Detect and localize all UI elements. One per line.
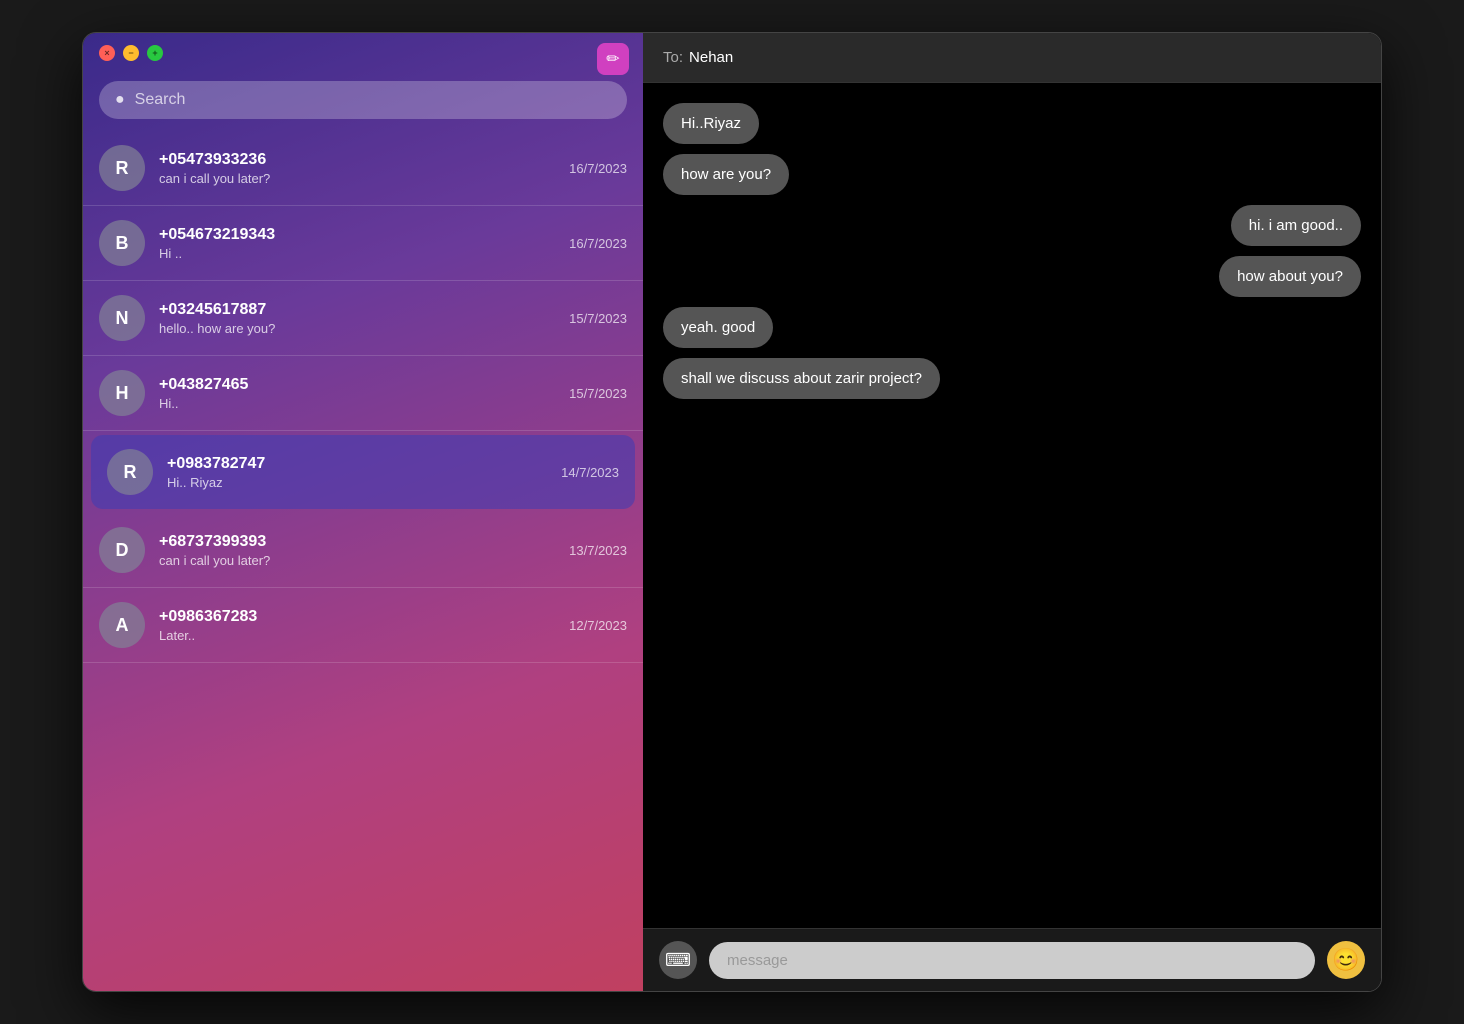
messages-area: Hi..Riyaz how are you? hi. i am good.. how … (643, 83, 1381, 928)
contact-date: 12/7/2023 (569, 618, 627, 633)
avatar: H (99, 370, 145, 416)
contact-info: +043827465 Hi.. (159, 376, 555, 411)
chat-header: To: Nehan (643, 33, 1381, 83)
contact-info: +03245617887 hello.. how are you? (159, 301, 555, 336)
contact-item[interactable]: D +68737399393 can i call you later? 13/… (83, 513, 643, 588)
emoji-icon: 😊 (1332, 947, 1359, 973)
contact-phone: +054673219343 (159, 226, 555, 244)
contact-item[interactable]: B +054673219343 Hi .. 16/7/2023 (83, 206, 643, 281)
to-label: To: (663, 49, 683, 66)
contact-preview: Hi .. (159, 246, 555, 261)
keyboard-icon: ⌨ (665, 950, 691, 971)
message-bubble-sent: hi. i am good.. (1231, 205, 1361, 246)
contact-phone: +0983782747 (167, 455, 547, 473)
contact-preview: Hi.. (159, 396, 555, 411)
contact-preview: Hi.. Riyaz (167, 475, 547, 490)
search-bar: ● (99, 81, 627, 119)
maximize-button[interactable]: + (147, 45, 163, 61)
search-input[interactable] (135, 91, 611, 109)
chat-panel: To: Nehan Hi..Riyaz how are you? hi. i am … (643, 33, 1381, 991)
contact-info: +0983782747 Hi.. Riyaz (167, 455, 547, 490)
search-icon: ● (115, 91, 125, 109)
contact-preview: hello.. how are you? (159, 321, 555, 336)
message-bubble-received: Hi..Riyaz (663, 103, 759, 144)
avatar: R (107, 449, 153, 495)
message-bubble-received: how are you? (663, 154, 789, 195)
keyboard-button[interactable]: ⌨ (659, 941, 697, 979)
contact-phone: +0986367283 (159, 608, 555, 626)
contact-date: 14/7/2023 (561, 465, 619, 480)
compose-icon: ✏ (606, 49, 619, 69)
contact-preview: Later.. (159, 628, 555, 643)
contact-item[interactable]: A +0986367283 Later.. 12/7/2023 (83, 588, 643, 663)
contact-date: 13/7/2023 (569, 543, 627, 558)
chat-recipient-name: Nehan (689, 49, 733, 66)
contact-date: 15/7/2023 (569, 311, 627, 326)
contact-date: 16/7/2023 (569, 236, 627, 251)
contact-item[interactable]: R +0983782747 Hi.. Riyaz 14/7/2023 (91, 435, 635, 509)
contact-info: +05473933236 can i call you later? (159, 151, 555, 186)
message-bubble-received: yeah. good (663, 307, 773, 348)
message-input[interactable] (709, 942, 1315, 979)
avatar: B (99, 220, 145, 266)
contact-phone: +05473933236 (159, 151, 555, 169)
contact-info: +054673219343 Hi .. (159, 226, 555, 261)
contact-date: 16/7/2023 (569, 161, 627, 176)
contact-preview: can i call you later? (159, 171, 555, 186)
emoji-button[interactable]: 😊 (1327, 941, 1365, 979)
contact-phone: +03245617887 (159, 301, 555, 319)
contact-item[interactable]: R +05473933236 can i call you later? 16/… (83, 131, 643, 206)
avatar: A (99, 602, 145, 648)
close-button[interactable]: × (99, 45, 115, 61)
avatar: R (99, 145, 145, 191)
contact-phone: +043827465 (159, 376, 555, 394)
compose-button[interactable]: ✏ (597, 43, 629, 75)
contact-info: +0986367283 Later.. (159, 608, 555, 643)
contact-item[interactable]: H +043827465 Hi.. 15/7/2023 (83, 356, 643, 431)
chat-input-bar: ⌨ 😊 (643, 928, 1381, 991)
avatar: N (99, 295, 145, 341)
contact-phone: +68737399393 (159, 533, 555, 551)
app-window: × − + ✏ ● R +05473933236 can i call you … (82, 32, 1382, 992)
message-bubble-sent: how about you? (1219, 256, 1361, 297)
sidebar: × − + ✏ ● R +05473933236 can i call you … (83, 33, 643, 991)
contact-date: 15/7/2023 (569, 386, 627, 401)
contact-info: +68737399393 can i call you later? (159, 533, 555, 568)
avatar: D (99, 527, 145, 573)
minimize-button[interactable]: − (123, 45, 139, 61)
contact-list: R +05473933236 can i call you later? 16/… (83, 131, 643, 991)
message-bubble-received: shall we discuss about zarir project? (663, 358, 940, 399)
window-controls: × − + (83, 33, 643, 73)
contact-item[interactable]: N +03245617887 hello.. how are you? 15/7… (83, 281, 643, 356)
contact-preview: can i call you later? (159, 553, 555, 568)
